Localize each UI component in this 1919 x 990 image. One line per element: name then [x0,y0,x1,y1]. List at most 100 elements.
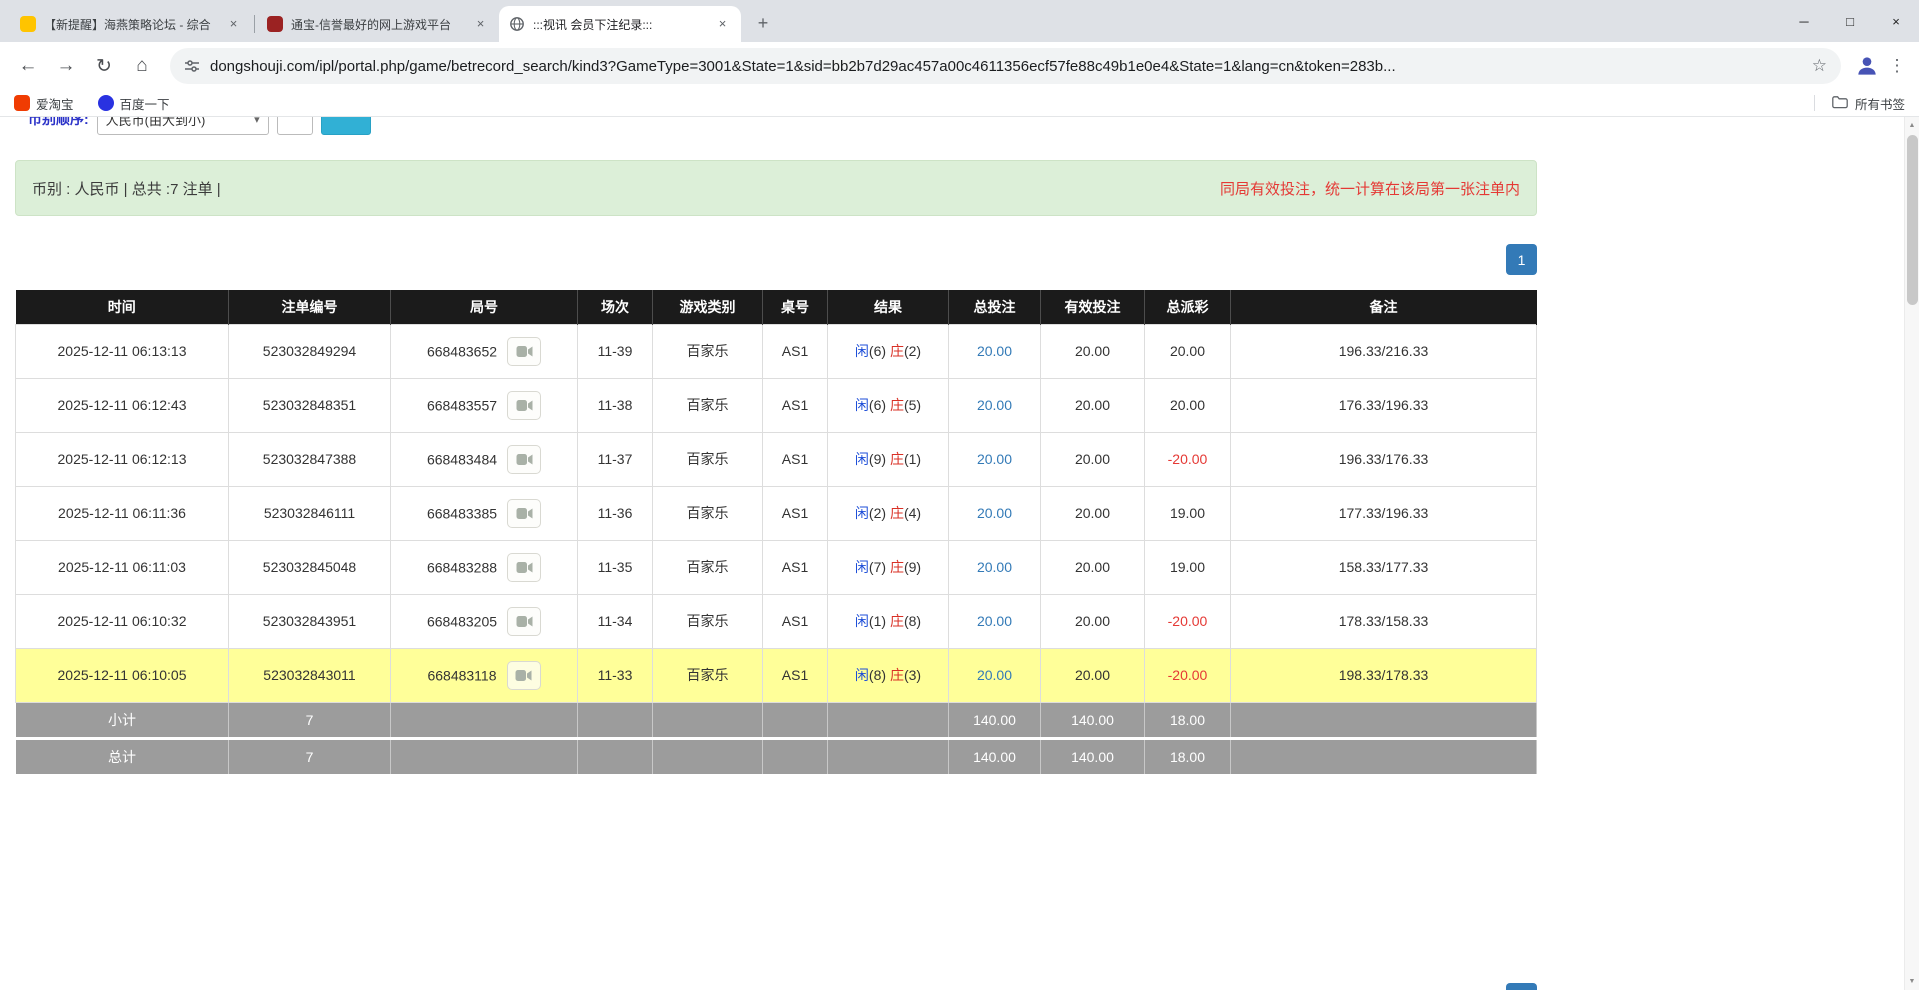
tab-tongbao[interactable]: 通宝-信誉最好的网上游戏平台 × [257,6,499,42]
column-header: 局号 [391,290,578,324]
total-empty-cell [391,738,578,774]
table-row: 2025-12-11 06:11:36523032846111668483385… [16,486,1537,540]
reload-button[interactable]: ↻ [86,48,122,84]
browser-toolbar: ← → ↻ ⌂ dongshouji.com/ipl/portal.php/ga… [0,42,1919,90]
tab-close-icon[interactable]: × [472,16,489,33]
cell-result: 闲(7) 庄(9) [828,540,949,594]
menu-kebab-icon[interactable]: ⋮ [1885,56,1909,76]
total-empty-cell [578,738,653,774]
bookmark-label: 百度一下 [120,94,170,113]
filter-mini-field[interactable] [277,117,313,135]
cell-time: 2025-12-11 06:11:36 [16,486,229,540]
url-text[interactable]: dongshouji.com/ipl/portal.php/game/betre… [210,58,1800,75]
cell-time: 2025-12-11 06:13:13 [16,324,229,378]
bet-table-header-row: 时间注单编号局号场次游戏类别桌号结果总投注有效投注总派彩备注 [16,290,1537,324]
table-row: 2025-12-11 06:10:32523032843951668483205… [16,594,1537,648]
cell-game-type: 百家乐 [653,486,763,540]
vertical-scrollbar[interactable]: ▲ ▼ [1904,117,1919,990]
bookmark-star-icon[interactable]: ☆ [1812,56,1827,76]
back-button[interactable]: ← [10,48,46,84]
column-header: 游戏类别 [653,290,763,324]
result-banker: 庄(3) [890,667,921,683]
cell-game-type: 百家乐 [653,594,763,648]
cell-valid-bet: 20.00 [1041,432,1145,486]
page-1-button-bottom[interactable]: 1 [1506,983,1537,990]
round-number: 668483385 [427,505,497,521]
cell-time: 2025-12-11 06:10:32 [16,594,229,648]
cell-payout: -20.00 [1145,648,1231,702]
cell-total-bet: 20.00 [949,432,1041,486]
cell-table-no: AS1 [763,378,828,432]
window-controls: ─ □ × [1781,0,1919,42]
video-replay-button[interactable] [507,391,541,420]
bookmarks-divider [1814,95,1815,111]
bookmark-aitaobao[interactable]: 爱淘宝 [14,94,74,113]
video-replay-button[interactable] [507,445,541,474]
cell-round: 668483205 [391,594,578,648]
table-row: 2025-12-11 06:12:43523032848351668483557… [16,378,1537,432]
search-submit-button[interactable] [321,117,371,135]
baidu-icon [98,95,114,111]
tab-title: 通宝-信誉最好的网上游戏平台 [291,16,464,33]
sort-order-select[interactable]: 人民币(由大到小) ▾ [97,117,269,135]
column-header: 时间 [16,290,229,324]
taobao-icon [14,95,30,111]
minimize-button[interactable]: ─ [1781,0,1827,42]
column-header: 桌号 [763,290,828,324]
cell-total-bet: 20.00 [949,324,1041,378]
new-tab-button[interactable]: + [749,9,777,37]
video-icon [515,669,532,682]
column-header: 总投注 [949,290,1041,324]
video-icon [516,345,533,358]
cell-time: 2025-12-11 06:12:43 [16,378,229,432]
home-button[interactable]: ⌂ [124,48,160,84]
result-player: 闲(6) [855,397,886,413]
tab-title: 【新提醒】海燕策略论坛 - 综合 [44,16,217,33]
address-bar[interactable]: dongshouji.com/ipl/portal.php/game/betre… [170,48,1841,84]
cell-note: 178.33/158.33 [1231,594,1537,648]
cell-session: 11-38 [578,378,653,432]
scroll-up-icon[interactable]: ▲ [1905,118,1919,133]
maximize-button[interactable]: □ [1827,0,1873,42]
cell-round: 668483557 [391,378,578,432]
profile-avatar[interactable] [1851,50,1883,82]
total-valid-bet: 140.00 [1041,738,1145,774]
tab-bet-records[interactable]: :::视讯 会员下注纪录::: × [499,6,741,42]
column-header: 结果 [828,290,949,324]
cell-bet-id: 523032847388 [229,432,391,486]
subtotal-empty-cell [391,702,578,738]
page-1-button[interactable]: 1 [1506,244,1537,275]
video-replay-button[interactable] [507,499,541,528]
tab-close-icon[interactable]: × [225,16,242,33]
column-header: 总派彩 [1145,290,1231,324]
tab-close-icon[interactable]: × [714,16,731,33]
cell-session: 11-35 [578,540,653,594]
total-total-bet: 140.00 [949,738,1041,774]
all-bookmarks[interactable]: 所有书签 [1814,94,1905,113]
cell-result: 闲(9) 庄(1) [828,432,949,486]
video-replay-button[interactable] [507,337,541,366]
close-window-button[interactable]: × [1873,0,1919,42]
scrollbar-thumb[interactable] [1907,135,1918,305]
cell-session: 11-36 [578,486,653,540]
video-replay-button[interactable] [507,553,541,582]
cell-table-no: AS1 [763,648,828,702]
scroll-down-icon[interactable]: ▼ [1905,974,1919,989]
forward-button[interactable]: → [48,48,84,84]
cell-payout: 19.00 [1145,486,1231,540]
cell-round: 668483652 [391,324,578,378]
cell-table-no: AS1 [763,324,828,378]
video-replay-button[interactable] [507,661,541,690]
bookmark-baidu[interactable]: 百度一下 [98,94,170,113]
table-footer: 小计 7 140.00 140.00 18.00 总计 7 [16,702,1537,774]
pagination-top: 1 [15,244,1537,275]
site-info-icon[interactable] [184,58,200,74]
video-replay-button[interactable] [507,607,541,636]
tab-forum[interactable]: 【新提醒】海燕策略论坛 - 综合 × [10,6,252,42]
chevron-down-icon: ▾ [254,117,260,126]
cell-note: 177.33/196.33 [1231,486,1537,540]
subtotal-empty-cell [1231,702,1537,738]
filter-label: 币别顺序: [28,117,89,129]
round-number: 668483118 [427,667,496,683]
total-empty-cell [828,738,949,774]
